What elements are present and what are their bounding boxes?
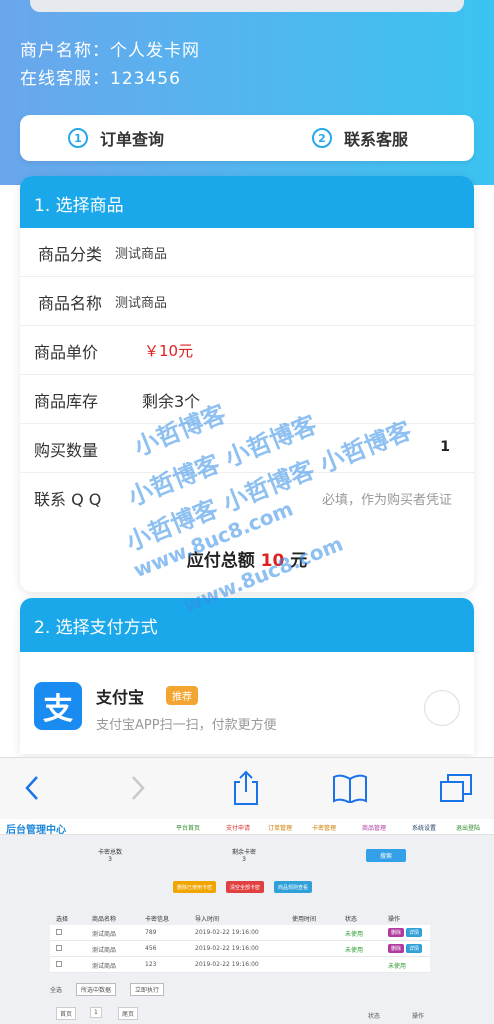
table-row: 测试商品 123 2019-02-22 19:16:00 未使用: [50, 957, 430, 973]
bookmarks-icon[interactable]: [330, 766, 370, 810]
cell-card: 789: [145, 929, 157, 936]
pager-last[interactable]: 尾页: [118, 1007, 139, 1020]
col-import-time: 导入时间: [195, 916, 220, 923]
alipay-name: 支付宝: [96, 688, 145, 707]
alipay-description: 支付宝APP扫一扫，付款更方便: [96, 718, 277, 733]
top-address-bar: [30, 0, 464, 12]
select-all[interactable]: 全选: [50, 985, 62, 994]
browser-toolbar: [0, 757, 494, 819]
nav-settings[interactable]: 系统设置: [412, 823, 436, 832]
footer-status: 状态: [368, 1013, 381, 1020]
product-name-label: 商品名称: [38, 294, 103, 313]
price-label: 商品单价: [34, 343, 99, 362]
nav-cards[interactable]: 卡密管理: [312, 823, 336, 832]
col-name: 商品名称: [92, 916, 117, 923]
stock-label: 商品库存: [34, 392, 99, 411]
cell-status: 未使用: [345, 947, 364, 954]
price-value: ￥10元: [144, 342, 194, 360]
search-button[interactable]: 搜索: [366, 849, 406, 862]
cell-name: 测试商品: [92, 947, 117, 954]
cell-time: 2019-02-22 19:16:00: [195, 945, 259, 952]
share-icon[interactable]: [226, 766, 266, 810]
detail-button[interactable]: 详情: [406, 928, 423, 937]
tab-label: 订单查询: [100, 130, 165, 149]
col-use-time: 使用时间: [292, 916, 317, 923]
table-row: 测试商品 456 2019-02-22 19:16:00 未使用 删除 详情: [50, 941, 430, 957]
product-name-row[interactable]: 商品名称 测试商品: [20, 277, 474, 326]
cell-card: 123: [145, 961, 157, 968]
row-checkbox[interactable]: [56, 961, 62, 967]
cell-status: 未使用: [388, 963, 407, 970]
pager-page[interactable]: 1: [90, 1007, 102, 1018]
stat-remaining-cards: 剩余卡密 3: [232, 847, 256, 863]
admin-top-bar: 后台管理中心 平台首页 支付申请 订单管理 卡密管理 商品管理 系统设置 退出登…: [0, 819, 494, 836]
table-row: 测试商品 789 2019-02-22 19:16:00 未使用 删除 详情: [50, 925, 430, 941]
tab-contact-service[interactable]: 2 联系客服: [312, 115, 408, 161]
category-label: 商品分类: [38, 245, 103, 264]
merchant-name: 商户名称：个人发卡网: [20, 41, 200, 61]
stat-value: 3: [242, 856, 246, 863]
quantity-input[interactable]: 1: [440, 439, 450, 455]
clear-all-button[interactable]: 清空全部卡密: [226, 881, 265, 893]
cell-card: 456: [145, 945, 157, 952]
tab-order-query[interactable]: 1 订单查询: [68, 115, 164, 161]
cell-time: 2019-02-22 19:16:00: [195, 961, 259, 968]
col-status: 状态: [345, 916, 358, 923]
pager-first[interactable]: 首页: [56, 1007, 77, 1020]
section-title: 2. 选择支付方式: [20, 598, 474, 652]
stat-value: 3: [108, 856, 112, 863]
category-row[interactable]: 商品分类 测试商品: [20, 228, 474, 277]
stock-row: 商品库存 剩余3个: [20, 375, 474, 424]
number-icon: 1: [68, 128, 88, 148]
nav-payment[interactable]: 支付申请: [226, 823, 250, 832]
category-value: 测试商品: [115, 247, 168, 262]
col-card: 卡密信息: [145, 916, 170, 923]
cell-name: 测试商品: [92, 931, 117, 938]
delete-button[interactable]: 删除: [388, 928, 405, 937]
delete-button[interactable]: 删除: [388, 944, 405, 953]
back-icon[interactable]: [12, 766, 52, 810]
number-icon: 2: [312, 128, 332, 148]
alipay-radio[interactable]: [424, 690, 460, 726]
payment-method-card: 2. 选择支付方式 支 支付宝 推荐 支付宝APP扫一扫，付款更方便: [20, 598, 474, 754]
cell-time: 2019-02-22 19:16:00: [195, 929, 259, 936]
tab-label: 联系客服: [344, 130, 409, 149]
stat-total-cards: 卡密总数 3: [98, 847, 122, 863]
col-select: 选择: [56, 916, 69, 923]
nav-logout[interactable]: 退出登陆: [456, 823, 480, 832]
detail-button[interactable]: 详情: [406, 944, 423, 953]
cell-status: 未使用: [345, 931, 364, 938]
alipay-icon: 支: [34, 682, 82, 730]
nav-products[interactable]: 商品管理: [362, 823, 386, 832]
footer-actions: 操作: [412, 1013, 425, 1020]
service-contact: 在线客服：123456: [20, 69, 181, 89]
price-row: 商品单价 ￥10元: [20, 326, 474, 375]
row-checkbox[interactable]: [56, 929, 62, 935]
execute-button[interactable]: 立即执行: [130, 983, 165, 996]
quantity-label: 购买数量: [34, 441, 99, 460]
qq-input[interactable]: 必填，作为购买者凭证: [322, 489, 452, 508]
stat-label: 卡密总数: [98, 849, 123, 856]
batch-select[interactable]: 所选中数据: [76, 983, 117, 996]
stat-label: 剩余卡密: [232, 849, 257, 856]
section-title: 1. 选择商品: [20, 176, 474, 228]
recommend-badge: 推荐: [166, 686, 198, 705]
forward-icon[interactable]: [118, 766, 158, 810]
delete-used-button[interactable]: 删除已使用卡密: [173, 881, 217, 893]
row-checkbox[interactable]: [56, 945, 62, 951]
rules-button[interactable]: 商品规则查看: [274, 881, 313, 893]
col-actions: 操作: [388, 916, 401, 923]
admin-title: 后台管理中心: [6, 825, 66, 836]
nav-orders[interactable]: 订单管理: [268, 823, 292, 832]
qq-label: 联系 Q Q: [34, 490, 102, 509]
tab-bar: 1 订单查询 2 联系客服: [20, 115, 474, 161]
product-name-value: 测试商品: [115, 296, 168, 311]
admin-panel: 后台管理中心 平台首页 支付申请 订单管理 卡密管理 商品管理 系统设置 退出登…: [0, 819, 494, 1024]
cell-name: 测试商品: [92, 963, 117, 970]
tabs-icon[interactable]: [436, 766, 476, 810]
nav-home[interactable]: 平台首页: [176, 823, 200, 832]
